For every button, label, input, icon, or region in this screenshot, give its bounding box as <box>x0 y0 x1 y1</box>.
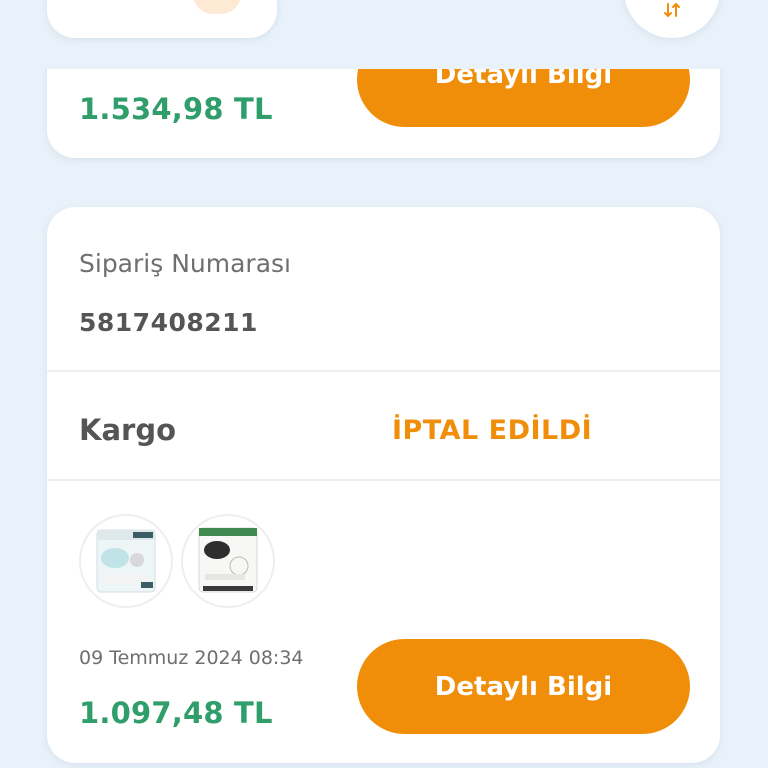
order-date: 09 Temmuz 2024 08:34 <box>79 647 304 669</box>
order-number-label: Sipariş Numarası <box>79 249 291 278</box>
product-thumbnail[interactable] <box>181 514 275 608</box>
detail-button[interactable]: Detaylı Bilgi <box>357 639 690 734</box>
product-thumbnail[interactable] <box>79 514 173 608</box>
filter-chip-icon <box>193 0 241 14</box>
divider <box>47 479 720 481</box>
diaper-pack-natural-icon <box>198 527 258 593</box>
order-card: Sipariş Numarası 5817408211 Kargo İPTAL … <box>47 207 720 763</box>
order-status-badge: İPTAL EDİLDİ <box>392 415 593 446</box>
orders-screen: Detaylı Bilgi 1.534,98 TL Sipariş Numara… <box>0 0 768 768</box>
shipping-label: Kargo <box>79 413 177 447</box>
filter-pill[interactable] <box>47 0 277 38</box>
divider <box>47 370 720 372</box>
sort-icon <box>664 2 680 18</box>
order-total-price: 1.534,98 TL <box>79 92 273 126</box>
diaper-pack-junior-icon <box>96 529 156 593</box>
order-number: 5817408211 <box>79 308 258 337</box>
order-total-price: 1.097,48 TL <box>79 696 273 730</box>
